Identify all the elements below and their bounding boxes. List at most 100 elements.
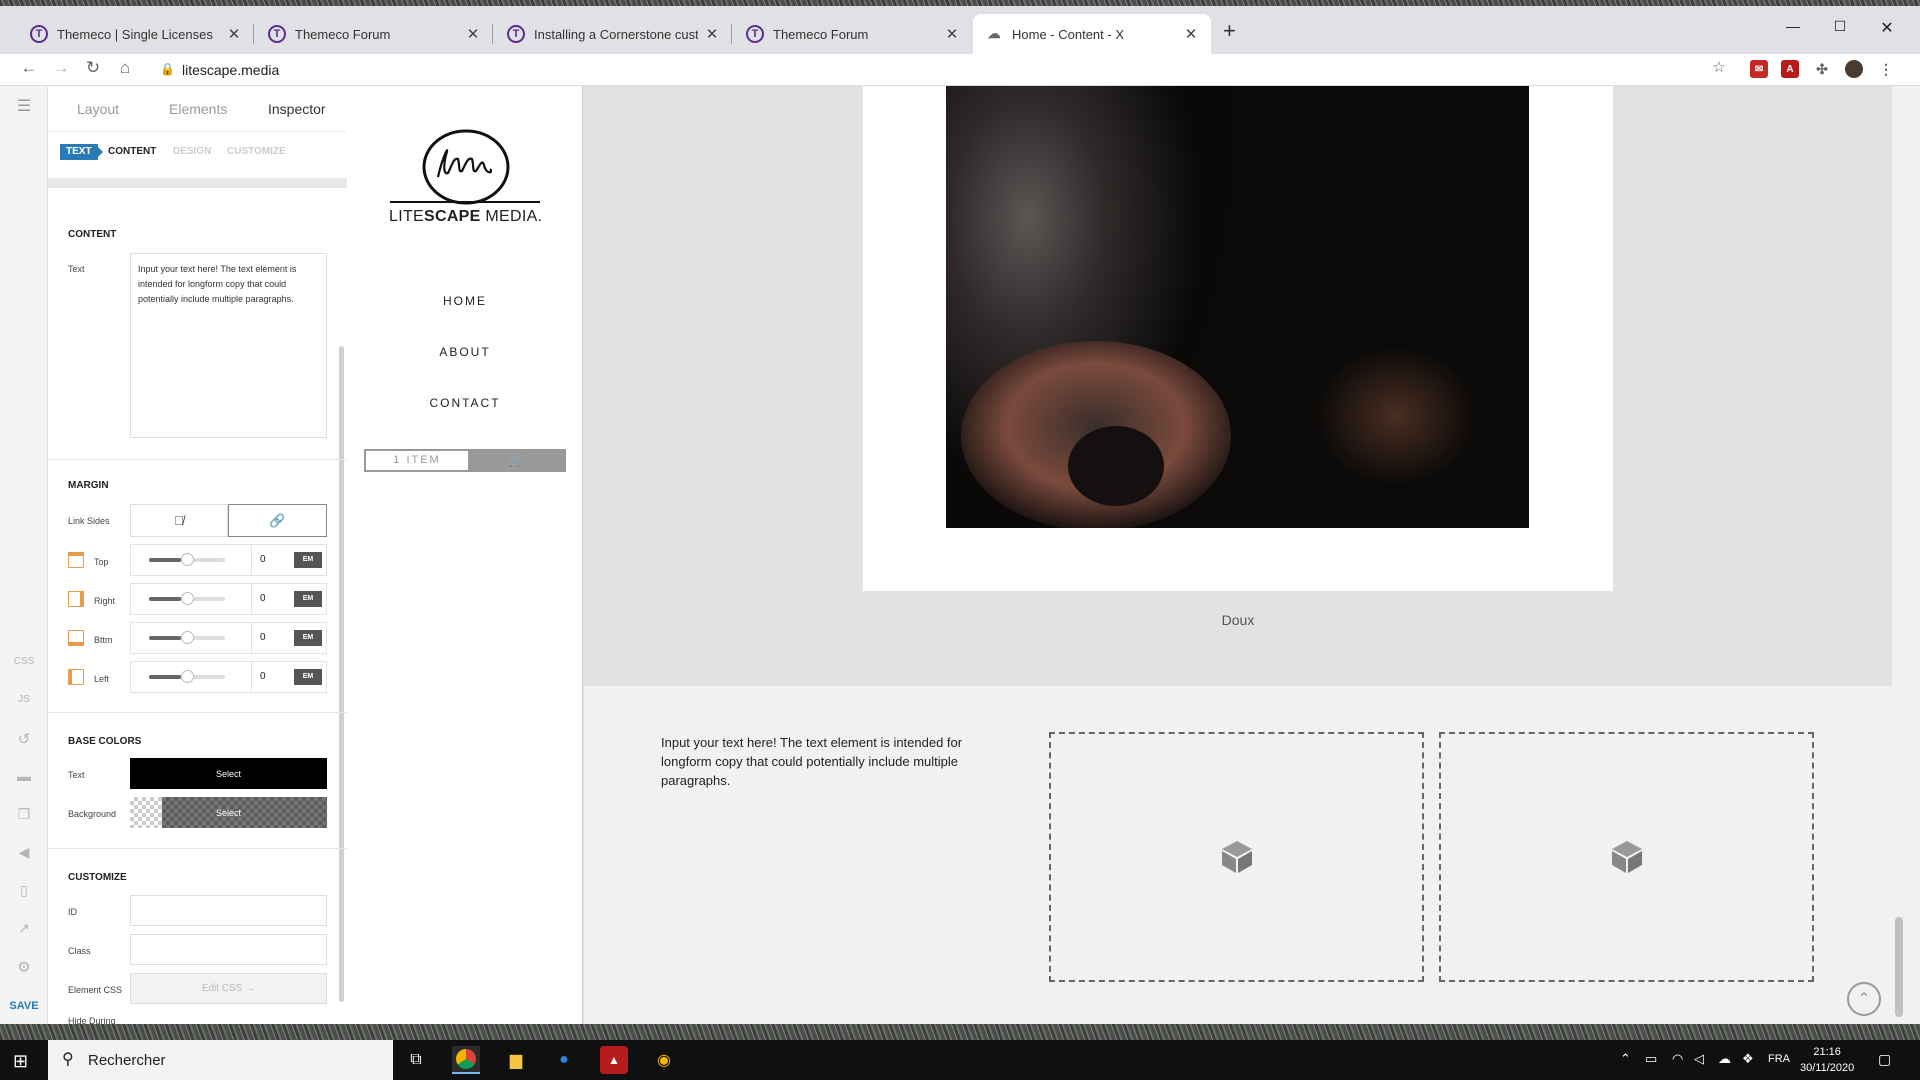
- slider-knob[interactable]: [181, 592, 194, 605]
- body-text-element[interactable]: Input your text here! The text element i…: [661, 733, 1001, 790]
- margin-top-input[interactable]: 0: [251, 545, 291, 575]
- tab-inspector[interactable]: Inspector: [268, 101, 326, 117]
- nav-home[interactable]: HOME: [347, 294, 583, 308]
- empty-element-placeholder[interactable]: [1439, 732, 1814, 982]
- subtab-customize[interactable]: CUSTOMIZE: [227, 146, 286, 157]
- external-link-icon[interactable]: ↗: [0, 920, 48, 937]
- close-icon[interactable]: ✕: [1183, 25, 1199, 43]
- search-icon: ⚲: [62, 1051, 74, 1068]
- mail-icon[interactable]: ●: [550, 1046, 578, 1074]
- new-tab-button[interactable]: +: [1223, 20, 1236, 42]
- panel-scrollbar[interactable]: [339, 346, 344, 1002]
- close-icon[interactable]: ✕: [226, 25, 242, 43]
- close-icon[interactable]: ✕: [944, 25, 960, 43]
- tab-elements[interactable]: Elements: [169, 101, 227, 117]
- empty-element-placeholder[interactable]: [1049, 732, 1424, 982]
- margin-bottom-control: 0 EM: [130, 622, 327, 654]
- onedrive-icon[interactable]: ☁: [1718, 1051, 1731, 1067]
- tab-themeco-forum[interactable]: T Themeco Forum ✕: [256, 14, 493, 54]
- margin-top-slider[interactable]: [149, 553, 225, 566]
- app-icon[interactable]: ▲: [600, 1046, 628, 1074]
- link-sides-button[interactable]: 🔗: [228, 504, 327, 537]
- pages-icon[interactable]: ❐: [0, 806, 48, 823]
- dropbox-icon[interactable]: ❖: [1742, 1051, 1754, 1067]
- margin-left-input[interactable]: 0: [251, 662, 291, 692]
- url-field[interactable]: litescape.media: [182, 62, 279, 78]
- task-view-icon[interactable]: ⧉: [402, 1046, 430, 1074]
- lock-icon[interactable]: 🔒: [160, 62, 175, 76]
- puzzle-icon[interactable]: ✣: [1813, 60, 1831, 78]
- slider-knob[interactable]: [181, 670, 194, 683]
- tab-themeco-forum-2[interactable]: T Themeco Forum ✕: [734, 14, 972, 54]
- pdf-extension-icon[interactable]: A: [1781, 60, 1799, 78]
- wifi-icon[interactable]: ◠: [1672, 1051, 1683, 1067]
- tab-installing-cornerstone[interactable]: T Installing a Cornerstone custom ✕: [495, 14, 732, 54]
- file-explorer-icon[interactable]: ▆: [502, 1046, 530, 1074]
- page-scrollbar-thumb[interactable]: [1895, 917, 1903, 1017]
- star-icon[interactable]: ☆: [1708, 58, 1730, 76]
- subtab-design[interactable]: DESIGN: [173, 146, 211, 157]
- back-circle-icon[interactable]: ◀: [0, 844, 48, 861]
- device-icon[interactable]: ▯: [0, 882, 48, 899]
- menu-dots-icon[interactable]: ⋮: [1877, 60, 1895, 78]
- nav-contact[interactable]: CONTACT: [347, 396, 583, 410]
- profile-avatar[interactable]: [1845, 60, 1863, 78]
- litescape-logo[interactable]: [388, 125, 548, 205]
- close-icon[interactable]: ✕: [465, 25, 481, 43]
- home-icon[interactable]: ⌂: [114, 58, 136, 78]
- text-color-select[interactable]: Select: [130, 758, 327, 789]
- nav-about[interactable]: ABOUT: [347, 345, 583, 359]
- subtab-content[interactable]: CONTENT: [108, 146, 156, 157]
- subtab-text[interactable]: TEXT: [60, 144, 103, 160]
- taskbar-search[interactable]: ⚲ Rechercher: [48, 1040, 393, 1080]
- minimize-button[interactable]: —: [1778, 18, 1808, 34]
- margin-left-slider[interactable]: [149, 670, 225, 683]
- close-icon[interactable]: ✕: [704, 25, 720, 43]
- margin-top-unit[interactable]: EM: [294, 552, 322, 568]
- margin-right-input[interactable]: 0: [251, 584, 291, 614]
- chrome-icon[interactable]: [452, 1046, 480, 1074]
- slider-knob[interactable]: [181, 631, 194, 644]
- unlink-sides-button[interactable]: ⛓̸: [130, 504, 228, 537]
- tray-chevron-icon[interactable]: ⌃: [1620, 1051, 1631, 1067]
- tab-themeco-licenses[interactable]: T Themeco | Single Licenses ✕: [18, 14, 254, 54]
- extension-mail-icon[interactable]: ✉: [1750, 60, 1768, 78]
- margin-right-unit[interactable]: EM: [294, 591, 322, 607]
- class-input[interactable]: [130, 934, 327, 965]
- edit-css-button[interactable]: Edit CSS →: [130, 973, 327, 1004]
- layout-icon[interactable]: ▬: [0, 768, 48, 784]
- reload-icon[interactable]: ↻: [82, 58, 104, 78]
- margin-right-slider[interactable]: [149, 592, 225, 605]
- tab-home-content[interactable]: ☁ Home - Content - X ✕: [973, 14, 1211, 54]
- site-logo-text[interactable]: LITESCAPE MEDIA.: [389, 208, 542, 226]
- gear-icon[interactable]: ⚙: [0, 958, 48, 976]
- background-color-select[interactable]: Select: [130, 797, 327, 828]
- scroll-top-button[interactable]: ⌃: [1847, 982, 1881, 1016]
- maximize-button[interactable]: ☐: [1825, 18, 1855, 35]
- id-input[interactable]: [130, 895, 327, 926]
- hamburger-icon[interactable]: ☰: [0, 96, 48, 116]
- history-icon[interactable]: ↺: [0, 730, 48, 748]
- cart-button[interactable]: 1 ITEM 🛒: [364, 449, 566, 472]
- volume-icon[interactable]: ◁: [1694, 1051, 1704, 1067]
- margin-left-unit[interactable]: EM: [294, 669, 322, 685]
- battery-icon[interactable]: ▭: [1645, 1051, 1657, 1067]
- css-button[interactable]: CSS: [0, 656, 48, 667]
- taskbar-clock[interactable]: 21:16 30/11/2020: [1800, 1044, 1854, 1076]
- js-button[interactable]: JS: [0, 694, 48, 705]
- save-button[interactable]: SAVE: [0, 1000, 48, 1012]
- margin-bottom-input[interactable]: 0: [251, 623, 291, 653]
- windows-start-icon[interactable]: ⊞: [13, 1051, 28, 1072]
- tab-layout[interactable]: Layout: [77, 101, 119, 117]
- forward-arrow-icon[interactable]: →: [50, 58, 72, 78]
- notifications-icon[interactable]: ▢: [1878, 1051, 1891, 1068]
- close-window-button[interactable]: ✕: [1872, 18, 1902, 38]
- margin-bottom-unit[interactable]: EM: [294, 630, 322, 646]
- margin-bottom-slider[interactable]: [149, 631, 225, 644]
- page-scrollbar[interactable]: [1892, 86, 1920, 1024]
- browser-app-icon[interactable]: ◉: [650, 1046, 678, 1074]
- language-indicator[interactable]: FRA: [1768, 1053, 1790, 1065]
- slider-knob[interactable]: [181, 553, 194, 566]
- text-content-textarea[interactable]: Input your text here! The text element i…: [130, 253, 327, 438]
- back-arrow-icon[interactable]: ←: [18, 58, 40, 78]
